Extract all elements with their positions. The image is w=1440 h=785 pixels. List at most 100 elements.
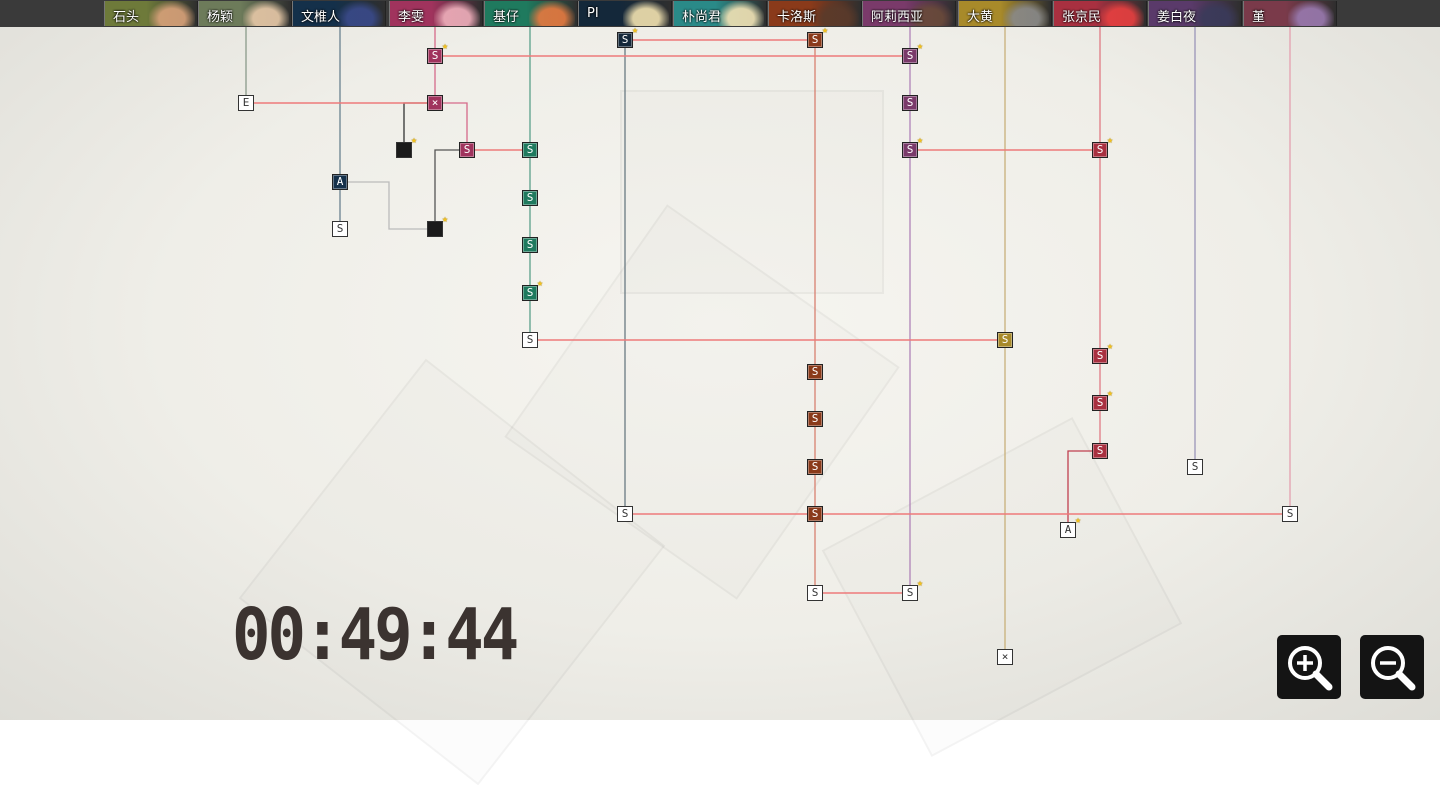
branch-line (1067, 450, 1100, 530)
story-node[interactable]: S ★ (1092, 136, 1113, 158)
story-node[interactable]: S (902, 95, 918, 111)
star-icon: ★ (916, 135, 923, 146)
story-node[interactable]: S ★ (902, 136, 923, 158)
node-label: S (811, 33, 819, 46)
story-node[interactable]: S ★ (617, 26, 638, 48)
node-label: S (1096, 444, 1104, 457)
character-name: 姜白夜 (1157, 10, 1197, 25)
story-node[interactable]: S ★ (1092, 389, 1113, 411)
story-node[interactable]: S ★ (807, 26, 828, 48)
node-label: S (463, 143, 471, 156)
story-node[interactable]: S (807, 364, 823, 380)
character-name: PI (587, 6, 599, 21)
character-name: 杨颖 (207, 10, 234, 25)
locked-node[interactable]: ★ (396, 136, 417, 158)
character-name: 李雯 (398, 10, 425, 25)
story-node[interactable]: × (997, 649, 1013, 665)
character-name: 堇 (1252, 10, 1266, 25)
story-node[interactable]: S ★ (902, 42, 923, 64)
story-node[interactable]: S ★ (427, 42, 448, 64)
node-label: S (431, 49, 439, 62)
star-icon: ★ (410, 135, 417, 146)
star-icon: ★ (821, 25, 828, 36)
star-icon: ★ (1106, 388, 1113, 399)
branch-line (434, 149, 467, 229)
node-label: S (811, 460, 819, 473)
story-node[interactable]: S (1282, 506, 1298, 522)
node-label: S (906, 49, 914, 62)
star-icon: ★ (441, 41, 448, 52)
character-name: 大黄 (967, 10, 994, 25)
locked-node[interactable]: ★ (427, 215, 448, 237)
node-label: S (1096, 349, 1104, 362)
character-name: 阿莉西亚 (871, 10, 924, 25)
zoom-in-button[interactable] (1277, 635, 1341, 699)
story-node[interactable]: S (807, 411, 823, 427)
story-node[interactable]: S (807, 585, 823, 601)
route-map (245, 27, 1291, 657)
node-label: S (526, 143, 534, 156)
node-label: S (1096, 143, 1104, 156)
zoom-out-icon (1371, 646, 1416, 691)
node-label: S (1001, 333, 1009, 346)
story-node[interactable]: S (807, 459, 823, 475)
node-label: S (811, 365, 819, 378)
star-icon: ★ (916, 41, 923, 52)
countdown-timer: 00:49:44 (232, 594, 519, 677)
character-name: 基仔 (493, 10, 520, 25)
star-icon: ★ (536, 278, 543, 289)
star-icon: ★ (916, 578, 923, 589)
node-label: A (1064, 523, 1072, 536)
story-node[interactable]: S (1092, 443, 1108, 459)
node-label: × (431, 96, 439, 109)
node-label: S (1286, 507, 1294, 520)
node-label: S (1096, 396, 1104, 409)
node-label: × (1001, 650, 1009, 663)
character-name: 张京民 (1062, 10, 1102, 25)
node-label: E (242, 96, 250, 109)
story-node[interactable]: S ★ (522, 279, 543, 301)
node-label: S (906, 96, 914, 109)
story-node[interactable]: S (522, 190, 538, 206)
story-node[interactable]: S (807, 506, 823, 522)
node-label: S (621, 507, 629, 520)
story-node[interactable]: A ★ (1060, 516, 1081, 538)
story-node[interactable]: S (522, 332, 538, 348)
star-icon: ★ (1106, 135, 1113, 146)
character-name: 朴尚君 (682, 10, 722, 25)
story-node[interactable]: S (522, 142, 538, 158)
character-name: 文椎人 (301, 10, 341, 25)
node-label: A (336, 175, 344, 188)
story-node[interactable]: S (459, 142, 475, 158)
node-label: S (336, 222, 344, 235)
node-label: S (526, 286, 534, 299)
node-label: S (811, 507, 819, 520)
story-node[interactable]: S ★ (902, 579, 923, 601)
star-icon: ★ (1106, 341, 1113, 352)
story-node[interactable]: A (332, 174, 348, 190)
story-node[interactable]: × (427, 95, 443, 111)
story-node[interactable]: S (1187, 459, 1203, 475)
star-icon: ★ (1074, 515, 1081, 526)
node-label: S (621, 33, 629, 46)
story-node[interactable]: S (522, 237, 538, 253)
story-node[interactable]: E (238, 95, 254, 111)
star-icon: ★ (631, 25, 638, 36)
node-label: S (811, 412, 819, 425)
story-node[interactable]: S (997, 332, 1013, 348)
node-label: S (811, 586, 819, 599)
node-label: S (526, 238, 534, 251)
zoom-out-button[interactable] (1360, 635, 1424, 699)
node-label: S (1191, 460, 1199, 473)
branch-line (340, 181, 435, 230)
story-node[interactable]: S (617, 506, 633, 522)
node-label: S (526, 191, 534, 204)
node-label: S (526, 333, 534, 346)
character-name: 石头 (113, 10, 140, 25)
story-node[interactable]: S ★ (1092, 342, 1113, 364)
star-icon: ★ (441, 214, 448, 225)
zoom-in-icon (1288, 646, 1333, 691)
story-node[interactable]: S (332, 221, 348, 237)
node-label: S (906, 143, 914, 156)
character-name: 卡洛斯 (777, 10, 817, 25)
